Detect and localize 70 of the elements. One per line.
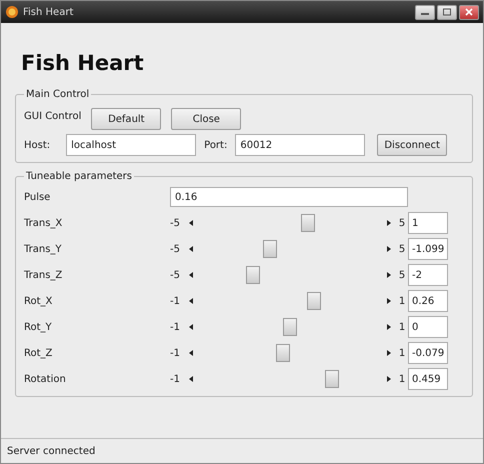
parameter-label: Rot_X [24, 296, 54, 306]
port-field[interactable]: 60012 [235, 134, 366, 156]
min-label: -5 [170, 270, 181, 280]
max-label: 5 [398, 244, 406, 254]
slider-thumb[interactable] [301, 214, 316, 232]
close-icon [464, 8, 474, 16]
pulse-field[interactable]: 0.16 [170, 187, 408, 207]
push-button[interactable]: Default [91, 108, 162, 130]
parameter-label: Rotation [24, 374, 67, 384]
push-button[interactable]: Close [171, 108, 242, 130]
parameter-label: Rot_Y [24, 322, 53, 332]
max-label: 1 [398, 348, 406, 358]
right-arrow-icon[interactable] [386, 297, 392, 305]
value-field[interactable]: 0.459 [408, 368, 448, 390]
slider-thumb[interactable] [276, 344, 290, 362]
left-arrow-icon[interactable] [188, 271, 194, 279]
value-field[interactable]: -0.079 [408, 342, 448, 364]
heading: Fish Heart [21, 51, 145, 75]
max-label: 5 [398, 218, 406, 228]
min-label: -1 [170, 322, 181, 332]
right-arrow-icon[interactable] [386, 375, 392, 383]
value-field[interactable]: 0.26 [408, 290, 448, 312]
slider-thumb[interactable] [306, 292, 321, 310]
left-arrow-icon[interactable] [188, 219, 194, 227]
value-field[interactable]: -1.099 [408, 238, 448, 260]
left-arrow-icon[interactable] [188, 375, 194, 383]
slider-thumb[interactable] [325, 370, 340, 388]
right-arrow-icon[interactable] [386, 271, 392, 279]
right-arrow-icon[interactable] [386, 219, 392, 227]
left-arrow-icon[interactable] [188, 349, 194, 357]
left-arrow-icon[interactable] [188, 297, 194, 305]
minimize-button[interactable] [415, 4, 435, 20]
parameter-label: Rot_Z [24, 348, 54, 358]
min-label: -5 [170, 218, 181, 228]
right-arrow-icon[interactable] [386, 245, 392, 253]
parameter-label: Pulse [24, 192, 52, 202]
value-field[interactable]: 1 [408, 212, 448, 234]
close-button[interactable] [459, 4, 479, 20]
right-arrow-icon[interactable] [386, 349, 392, 357]
max-label: 1 [398, 296, 406, 306]
status-text: Server connected [7, 446, 96, 456]
field-label: Host: [24, 140, 50, 150]
group-title: Main Control [25, 89, 90, 100]
slider-thumb[interactable] [262, 240, 277, 258]
value-field[interactable]: -2 [408, 264, 448, 286]
slider-thumb[interactable] [283, 318, 297, 336]
min-label: -5 [170, 244, 181, 254]
max-label: 1 [398, 322, 406, 332]
max-label: 1 [398, 374, 406, 384]
disconnect-button[interactable]: Disconnect [377, 134, 447, 156]
group-title: Tuneable parameters [25, 171, 134, 182]
max-label: 5 [398, 270, 406, 280]
window-title: Fish Heart [23, 6, 74, 18]
right-arrow-icon[interactable] [386, 323, 392, 331]
maximize-button[interactable] [437, 4, 457, 20]
left-arrow-icon[interactable] [188, 245, 194, 253]
left-arrow-icon[interactable] [188, 323, 194, 331]
min-label: -1 [170, 348, 181, 358]
parameter-label: Trans_X [24, 218, 64, 228]
min-label: -1 [170, 296, 181, 306]
app-icon [5, 5, 19, 19]
value-field[interactable]: 0 [408, 316, 448, 338]
parameter-label: Trans_Z [24, 270, 64, 280]
min-label: -1 [170, 374, 181, 384]
parameter-label: Trans_Y [24, 244, 63, 254]
slider-thumb[interactable] [246, 266, 260, 284]
host-field[interactable]: localhost [66, 134, 196, 156]
field-label: Port: [204, 140, 228, 150]
field-label: GUI Control [24, 110, 82, 122]
maximize-icon [442, 8, 452, 16]
